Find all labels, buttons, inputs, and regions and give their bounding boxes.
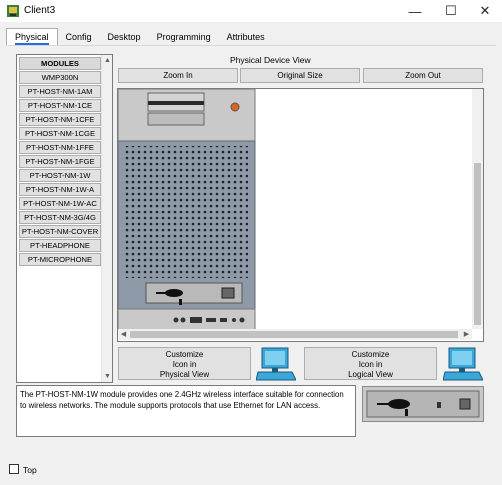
module-item-microphone[interactable]: PT-MICROPHONE [19,253,101,266]
wireless-module-image [366,390,480,418]
module-description: The PT-HOST-NM-1W module provides one 2.… [16,385,356,437]
tab-physical[interactable]: Physical [6,28,58,46]
customize-physical-line2: Icon in [172,360,197,369]
client3-window: Client3 — ☐ ✕ Physical Config Desktop Pr… [0,0,502,485]
module-list[interactable]: MODULES WMP300N PT-HOST-NM-1AM PT-HOST-N… [16,54,113,383]
module-item-nm-1w[interactable]: PT-HOST-NM-1W [19,169,101,182]
scroll-up-icon[interactable]: ▲ [102,55,113,66]
tab-bar: Physical Config Desktop Programming Attr… [6,28,273,46]
bottom-bar [0,457,502,485]
maximize-icon: ☐ [445,3,457,18]
module-preview [362,386,484,422]
packet-tracer-icon [7,5,19,17]
zoom-in-button[interactable]: Zoom In [118,68,238,83]
module-list-scrollbar[interactable]: ▲ ▼ [101,55,112,382]
top-checkbox-label: Top [23,465,37,475]
zoom-out-button[interactable]: Zoom Out [363,68,483,83]
top-checkbox[interactable] [9,464,19,474]
module-item-nm-1cge[interactable]: PT-HOST-NM-1CGE [19,127,101,140]
customize-physical-line3: Physical View [159,370,210,379]
module-item-nm-1w-ac[interactable]: PT-HOST-NM-1W-AC [19,197,101,210]
module-item-nm-3g4g[interactable]: PT-HOST-NM-3G/4G [19,211,101,224]
pc-chassis-image [118,89,256,332]
minimize-button[interactable]: — [398,0,432,22]
original-size-button[interactable]: Original Size [240,68,360,83]
customize-physical-icon-button[interactable]: Customize Icon in Physical View [118,347,251,380]
device-view-hscroll-thumb[interactable] [130,331,458,338]
module-item-headphone[interactable]: PT-HEADPHONE [19,239,101,252]
tab-physical-label: Physical [15,32,49,45]
module-item-nm-1am[interactable]: PT-HOST-NM-1AM [19,85,101,98]
window-title: Client3 [24,5,56,16]
tab-desktop[interactable]: Desktop [100,30,149,46]
module-item-nm-1ffe[interactable]: PT-HOST-NM-1FFE [19,141,101,154]
module-item-nm-1fge[interactable]: PT-HOST-NM-1FGE [19,155,101,168]
title-bar: Client3 — ☐ ✕ [0,0,502,22]
tab-programming[interactable]: Programming [149,30,219,46]
customize-physical-line1: Customize [165,350,204,359]
device-view-hscrollbar[interactable]: ◀ ▶ [118,329,472,340]
physical-device-view[interactable] [117,88,484,342]
module-item-nm-cover[interactable]: PT-HOST-NM-COVER [19,225,101,238]
close-icon: ✕ [479,3,491,18]
customize-logical-icon-button[interactable]: Customize Icon in Logical View [304,347,437,380]
tab-desktop-label: Desktop [107,32,141,42]
computer-icon [443,347,483,381]
customize-logical-line1: Customize [351,350,390,359]
tab-attributes[interactable]: Attributes [219,30,273,46]
close-button[interactable]: ✕ [468,0,502,22]
minimize-icon: — [408,3,422,19]
module-header: MODULES [19,57,101,70]
tab-attributes-label: Attributes [226,32,265,42]
computer-icon [256,347,296,381]
device-view-vscrollbar[interactable] [472,89,483,329]
physical-view-title: Physical Device View [230,55,311,65]
tab-config-label: Config [65,32,92,42]
scroll-down-icon[interactable]: ▼ [102,371,113,382]
tab-config[interactable]: Config [58,30,100,46]
maximize-button[interactable]: ☐ [434,0,468,22]
customize-logical-line2: Icon in [358,360,383,369]
device-view-vscroll-thumb[interactable] [474,163,481,325]
module-item-nm-1cfe[interactable]: PT-HOST-NM-1CFE [19,113,101,126]
module-item-nm-1ce[interactable]: PT-HOST-NM-1CE [19,99,101,112]
scroll-left-icon[interactable]: ◀ [118,329,129,340]
customize-logical-line3: Logical View [348,370,393,379]
module-item-wmp300n[interactable]: WMP300N [19,71,101,84]
tab-programming-label: Programming [156,32,211,42]
module-item-nm-1w-a[interactable]: PT-HOST-NM-1W-A [19,183,101,196]
scroll-right-icon[interactable]: ▶ [461,329,472,340]
